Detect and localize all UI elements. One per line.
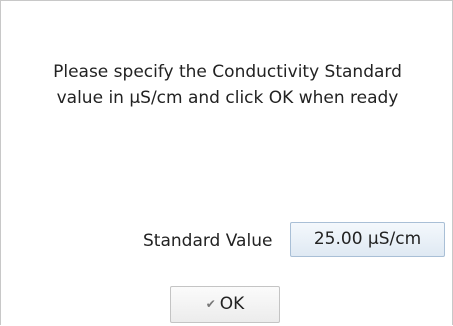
ok-button[interactable]: ✔ OK [170,286,280,323]
check-icon: ✔ [205,297,216,311]
standard-value-label: Standard Value [143,231,273,251]
instruction-message: Please specify the Conductivity Standard… [11,59,444,111]
instruction-line-2: value in µS/cm and click OK when ready [56,88,399,108]
standard-value-input[interactable]: 25.00 µS/cm [290,222,445,257]
conductivity-standard-dialog: Please specify the Conductivity Standard… [0,0,453,325]
instruction-line-1: Please specify the Conductivity Standard [53,62,402,82]
ok-button-label: OK [219,294,245,314]
